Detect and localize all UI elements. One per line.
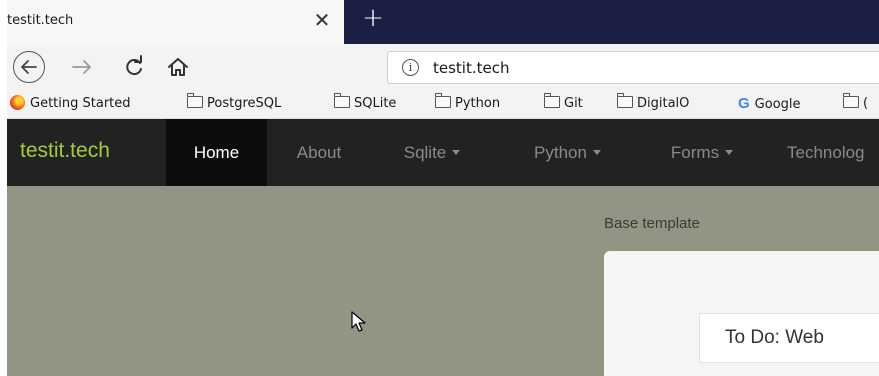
folder-icon (616, 93, 633, 108)
home-icon[interactable] (163, 52, 193, 82)
page-heading: Base template (604, 215, 700, 232)
close-tab-icon[interactable]: ✕ (311, 9, 333, 31)
folder-icon (434, 93, 451, 108)
forward-arrow-icon[interactable] (67, 52, 97, 82)
nav-about[interactable]: About (269, 119, 369, 186)
content-panel: To Do: Web (604, 251, 879, 376)
tab-title: testit.tech (7, 13, 74, 28)
folder-icon (543, 93, 560, 108)
bookmark-getting-started[interactable]: Getting Started (10, 95, 131, 113)
site-navbar: testit.tech Home About Sqlite Python For… (7, 119, 879, 186)
caret-down-icon (725, 150, 734, 155)
browser-window: testit.tech ✕ + i testit.tech Getting St… (7, 0, 879, 376)
tab-strip: testit.tech ✕ + (7, 0, 879, 44)
bookmark-google[interactable]: G Google (738, 95, 801, 113)
folder-icon (842, 93, 859, 108)
todo-box: To Do: Web (699, 313, 879, 363)
nav-home[interactable]: Home (166, 119, 267, 186)
url-text: testit.tech (433, 59, 510, 77)
site-brand[interactable]: testit.tech (20, 139, 110, 163)
bookmark-python[interactable]: Python (434, 93, 500, 113)
page-content: Base template To Do: Web (7, 186, 879, 376)
google-icon: G (738, 95, 750, 112)
bookmark-sqlite[interactable]: SQLite (333, 93, 396, 113)
nav-technology[interactable]: Technolog (787, 119, 879, 186)
bookmarks-bar: Getting Started PostgreSQL SQLite Python… (7, 90, 879, 119)
site-info-icon[interactable]: i (402, 59, 419, 76)
bookmark-truncated[interactable]: ( (842, 93, 868, 113)
navigation-toolbar: i testit.tech (7, 44, 879, 90)
folder-icon (186, 93, 203, 108)
new-tab-icon[interactable]: + (361, 5, 385, 31)
caret-down-icon (452, 150, 461, 155)
nav-forms[interactable]: Forms (647, 119, 757, 186)
caret-down-icon (592, 150, 601, 155)
nav-python[interactable]: Python (510, 119, 625, 186)
bookmark-digitalo[interactable]: DigitalO (616, 93, 689, 113)
bookmark-git[interactable]: Git (543, 93, 583, 113)
reload-icon[interactable] (119, 52, 149, 82)
bookmark-postgresql[interactable]: PostgreSQL (186, 93, 281, 113)
tab-testit[interactable]: testit.tech ✕ (7, 0, 344, 44)
url-bar[interactable]: i testit.tech (387, 51, 879, 84)
firefox-icon (10, 95, 25, 110)
nav-sqlite[interactable]: Sqlite (377, 119, 487, 186)
mouse-cursor-icon (351, 311, 367, 337)
folder-icon (333, 93, 350, 108)
back-arrow-icon[interactable] (13, 51, 45, 83)
